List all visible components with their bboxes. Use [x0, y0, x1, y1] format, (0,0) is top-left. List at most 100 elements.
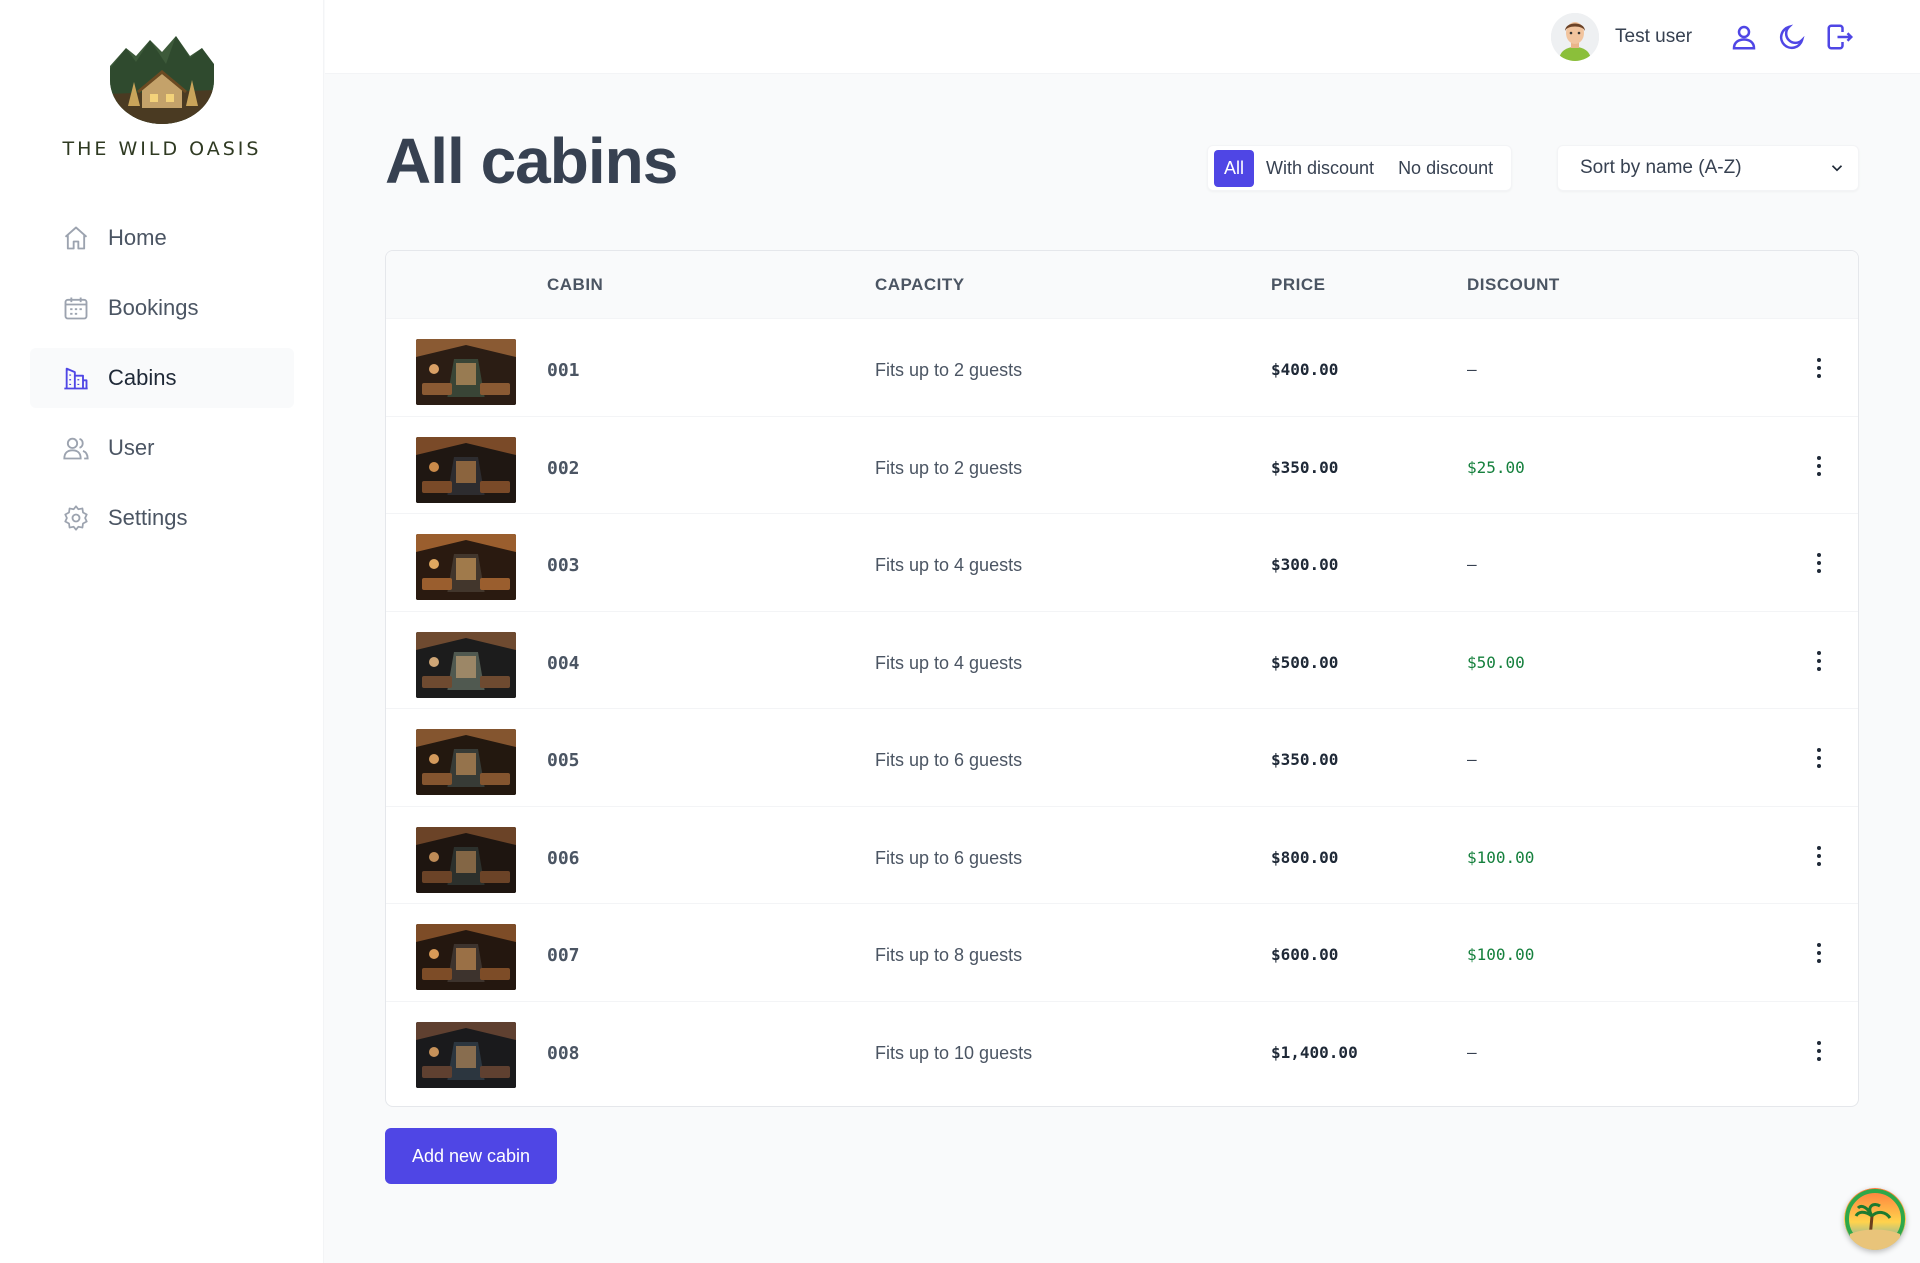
- column-header-price: PRICE: [1271, 275, 1326, 294]
- kebab-dot: [1817, 366, 1821, 370]
- row-menu-button[interactable]: [1804, 353, 1834, 383]
- kebab-dot: [1817, 764, 1821, 768]
- row-menu-button[interactable]: [1804, 1036, 1834, 1066]
- cabin-discount: —: [1467, 750, 1477, 769]
- cabin-price: $600.00: [1271, 945, 1339, 964]
- avatar: [1551, 13, 1599, 61]
- kebab-dot: [1817, 374, 1821, 378]
- table-row: 008 Fits up to 10 guests $1,400.00 —: [386, 1002, 1858, 1100]
- cabin-name: 008: [547, 1042, 580, 1064]
- cabin-price: $800.00: [1271, 847, 1339, 867]
- cabin-name: 002: [547, 457, 580, 479]
- table-row: 005 Fits up to 6 guests $350.00 —: [386, 709, 1858, 807]
- kebab-dot: [1817, 471, 1821, 476]
- column-header-capacity: CAPACITY: [875, 275, 965, 294]
- sidebar-item-cabins[interactable]: Cabins: [30, 348, 294, 408]
- cabin-name: 004: [547, 652, 580, 674]
- cabin-capacity: Fits up to 2 guests: [875, 360, 1023, 380]
- row-menu-button[interactable]: [1804, 841, 1834, 871]
- cabin-thumbnail: [416, 924, 516, 990]
- cabin-discount: $25.00: [1467, 457, 1525, 477]
- kebab-dot: [1817, 358, 1821, 362]
- cabin-price: $1,400.00: [1271, 1042, 1358, 1062]
- kebab-dot: [1817, 861, 1821, 866]
- sidebar-item-settings[interactable]: Settings: [30, 488, 294, 548]
- cabins-table: CABIN CAPACITY PRICE DISCOUNT 001 Fits u…: [385, 250, 1859, 1107]
- row-menu-button[interactable]: [1804, 646, 1834, 676]
- filter-no-discount-button[interactable]: No discount: [1386, 150, 1505, 187]
- cabin-thumbnail: [416, 729, 516, 795]
- cabin-capacity: Fits up to 10 guests: [875, 1042, 1033, 1063]
- cabin-capacity: Fits up to 6 guests: [875, 750, 1023, 770]
- kebab-dot: [1817, 666, 1821, 671]
- table-row: 001 Fits up to 2 guests $400.00 —: [386, 319, 1858, 417]
- sidebar: THE WILD OASIS Home Bookings Cabins User…: [0, 0, 324, 1263]
- cabin-discount: —: [1467, 1042, 1477, 1062]
- page-title: All cabins: [385, 125, 678, 197]
- cabin-thumbnail: [416, 339, 516, 405]
- sidebar-item-home[interactable]: Home: [30, 208, 294, 268]
- row-menu-button[interactable]: [1804, 743, 1834, 773]
- table-body: 001 Fits up to 2 guests $400.00 — 002 Fi…: [386, 319, 1858, 1099]
- kebab-dot: [1817, 658, 1821, 663]
- dark-mode-button[interactable]: [1777, 22, 1807, 52]
- cabin-capacity: Fits up to 6 guests: [875, 847, 1023, 868]
- row-menu-button[interactable]: [1804, 938, 1834, 968]
- logout-button[interactable]: [1825, 22, 1855, 52]
- add-new-cabin-button[interactable]: Add new cabin: [385, 1128, 557, 1184]
- kebab-dot: [1817, 553, 1821, 557]
- cabin-name: 007: [547, 945, 580, 966]
- cabin-discount: —: [1467, 555, 1477, 574]
- cabin-name: 001: [547, 360, 580, 381]
- brand-name: THE WILD OASIS: [62, 138, 262, 160]
- avatar-image: [1551, 13, 1599, 61]
- column-header-discount: DISCOUNT: [1467, 275, 1560, 294]
- cabin-price: $350.00: [1271, 750, 1339, 769]
- sidebar-item-user[interactable]: User: [30, 418, 294, 478]
- kebab-dot: [1817, 561, 1821, 565]
- top-header: Test user: [325, 0, 1920, 74]
- cabin-discount: $100.00: [1467, 847, 1535, 867]
- kebab-dot: [1817, 951, 1821, 955]
- row-menu-button[interactable]: [1804, 548, 1834, 578]
- gear-icon: [64, 505, 88, 531]
- kebab-dot: [1817, 748, 1821, 752]
- cabin-discount: $50.00: [1467, 652, 1525, 672]
- cabin-discount: —: [1467, 360, 1477, 379]
- sidebar-item-bookings[interactable]: Bookings: [30, 278, 294, 338]
- kebab-dot: [1817, 1056, 1821, 1061]
- cabin-price: $400.00: [1271, 360, 1339, 379]
- row-menu-button[interactable]: [1804, 451, 1834, 481]
- sidebar-item-label: User: [108, 435, 155, 460]
- sidebar-nav: Home Bookings Cabins User Settings: [30, 208, 294, 558]
- home-icon: [64, 226, 88, 250]
- cabin-thumbnail: [416, 1021, 516, 1088]
- cabin-capacity: Fits up to 4 guests: [875, 555, 1023, 575]
- kebab-dot: [1817, 853, 1821, 858]
- sidebar-item-label: Bookings: [108, 295, 199, 320]
- kebab-dot: [1817, 455, 1821, 460]
- filter-with-discount-button[interactable]: With discount: [1254, 150, 1386, 187]
- cabin-discount: $100.00: [1467, 945, 1535, 964]
- cabin-price: $500.00: [1271, 652, 1339, 672]
- cabin-name: 005: [547, 750, 580, 771]
- kebab-dot: [1817, 845, 1821, 850]
- sidebar-item-label: Settings: [108, 505, 188, 530]
- cabin-thumbnail: [416, 534, 516, 600]
- kebab-dot: [1817, 959, 1821, 963]
- cabin-name: 003: [547, 555, 580, 576]
- filter-all-button[interactable]: All: [1214, 149, 1255, 187]
- sort-select[interactable]: Sort by name (A-Z): [1557, 145, 1859, 191]
- cabin-capacity: Fits up to 2 guests: [875, 457, 1023, 478]
- table-row: 004 Fits up to 4 guests $500.00 $50.00: [386, 612, 1858, 709]
- kebab-dot: [1817, 1048, 1821, 1053]
- account-button[interactable]: [1729, 22, 1759, 52]
- table-row: 003 Fits up to 4 guests $300.00 —: [386, 514, 1858, 612]
- account-icon: [1732, 25, 1756, 50]
- table-row: 006 Fits up to 6 guests $800.00 $100.00: [386, 807, 1858, 904]
- sidebar-item-label: Cabins: [108, 365, 177, 390]
- user-name: Test user: [1615, 26, 1693, 47]
- cabin-capacity: Fits up to 4 guests: [875, 652, 1023, 673]
- floating-badge[interactable]: [1844, 1188, 1906, 1250]
- sidebar-item-label: Home: [108, 225, 167, 250]
